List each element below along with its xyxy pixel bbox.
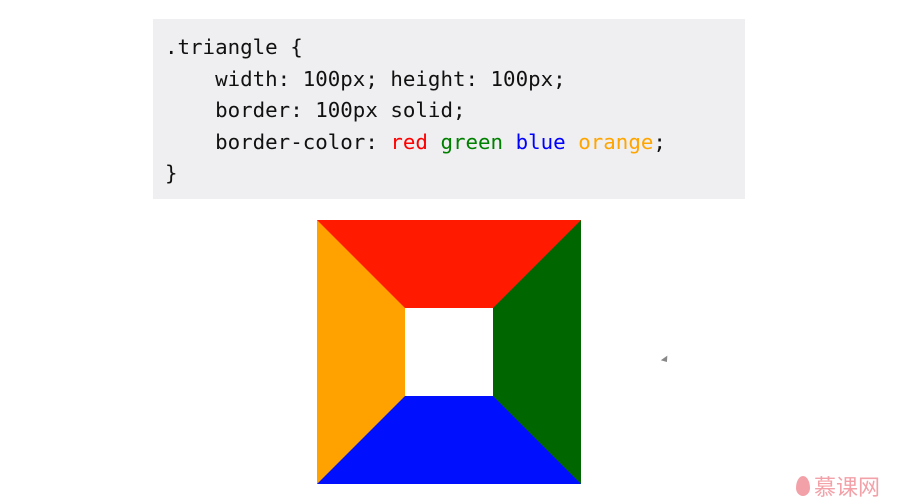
code-line: .triangle { [165,35,303,59]
code-line: border-color: red green blue orange; [165,127,745,159]
border-demo-box [317,220,581,484]
watermark-logo: 慕课网 [796,470,880,502]
color-red: red [390,129,428,154]
flame-icon [796,476,810,496]
color-orange: orange [578,129,654,154]
color-blue: blue [515,129,566,154]
color-green: green [440,129,504,154]
mouse-cursor-icon [660,355,671,365]
code-line: } [165,161,178,186]
watermark-text: 慕课网 [814,476,881,501]
code-block: .triangle { width: 100px; height: 100px;… [153,19,745,199]
code-text: ; [653,129,666,154]
code-text: border-color: [165,129,391,154]
code-line: width: 100px; height: 100px; [165,66,566,91]
code-line: border: 100px solid; [165,98,466,123]
